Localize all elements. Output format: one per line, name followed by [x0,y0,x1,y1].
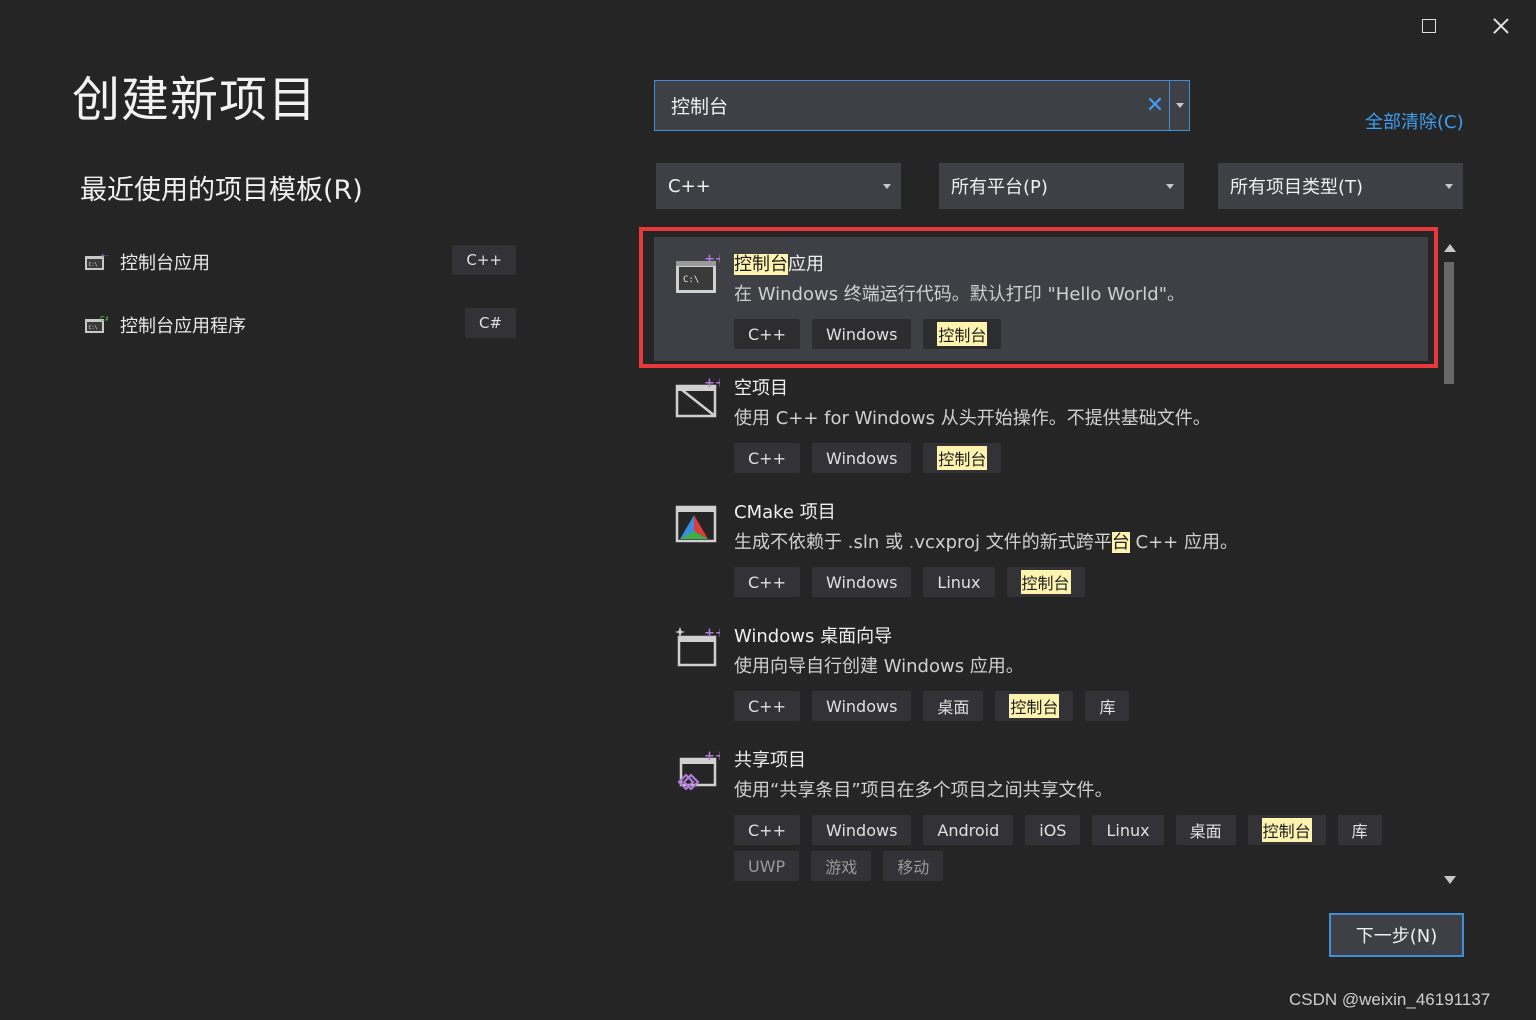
search-input[interactable] [655,81,1141,130]
tag-label: 控制台 [1261,818,1312,842]
maximize-button[interactable] [1414,12,1444,40]
tag: Windows [811,815,912,845]
template-name: 共享项目 [734,750,806,771]
project-type-filter-select[interactable]: 所有项目类型(T) [1218,163,1463,209]
svg-text:C:\: C:\ [89,262,98,268]
template-description: 使用“共享条目”项目在多个项目之间共享文件。 [734,780,1113,801]
recent-item-label: 控制台应用 [120,253,210,274]
desktop-wizard-icon: ++ [674,625,726,669]
console-app-csharp-icon: C:\C# [84,315,111,335]
tag: 游戏 [811,851,872,881]
tag: Windows [811,443,912,473]
filter-label: 所有平台(P) [951,177,1048,198]
tag: C++ [734,815,800,845]
close-button[interactable] [1486,12,1516,40]
tag-label: 控制台 [1009,694,1060,718]
tag-label: 控制台 [1020,570,1071,594]
tag-highlighted: 控制台 [1247,815,1326,845]
svg-text:C#: C# [100,315,108,323]
recent-templates-heading: 最近使用的项目模板(R) [80,175,363,206]
chevron-down-icon [1166,183,1174,189]
tag-label: 控制台 [937,446,988,470]
tag: C++ [734,567,800,597]
template-description: 使用 C++ for Windows 从头开始操作。不提供基础文件。 [734,408,1211,429]
tag: 库 [1085,691,1130,721]
empty-project-icon: ++ [674,376,726,421]
tag-highlighted: 控制台 [1006,567,1085,597]
cmake-icon [674,501,720,545]
template-search-box: ✕ [654,80,1190,131]
template-description: 生成不依赖于 .sln 或 .vcxproj 文件的新式跨平台 C++ 应用。 [734,528,1238,554]
tag: 库 [1337,815,1382,845]
console-app-icon: C:\++ [84,252,112,272]
tag: UWP [734,851,800,881]
scroll-thumb[interactable] [1444,262,1454,384]
close-icon [1492,17,1510,35]
template-item-cmake-project[interactable]: CMake 项目 生成不依赖于 .sln 或 .vcxproj 文件的新式跨平台… [654,485,1428,609]
tag: Windows [811,691,912,721]
clear-icon[interactable]: ✕ [1141,81,1169,130]
filter-label: C++ [668,175,711,197]
description-text: 生成不依赖于 .sln 或 .vcxproj 文件的新式跨平 [734,532,1112,553]
language-badge: C# [464,308,516,338]
tag: 桌面 [1175,815,1236,845]
tag: iOS [1025,815,1081,845]
template-item-empty-project[interactable]: ++ 空项目 使用 C++ for Windows 从头开始操作。不提供基础文件… [654,361,1428,485]
tag: 桌面 [923,691,984,721]
description-text: C++ 应用。 [1129,532,1238,553]
tag: Android [923,815,1014,845]
watermark: CSDN @weixin_46191137 [1289,990,1491,1009]
svg-text:C:\: C:\ [89,325,98,331]
recent-item-console-app[interactable]: C:\++ 控制台应用 C++ [80,242,520,282]
tag-highlighted: 控制台 [923,443,1002,473]
tag: C++ [734,691,800,721]
chevron-down-icon [883,183,891,189]
svg-text:++: ++ [100,252,108,260]
svg-text:++: ++ [704,377,720,391]
template-name: CMake 项目 [734,502,836,523]
template-tags: C++ Windows 控制台 [734,443,1394,473]
template-item-windows-desktop-wizard[interactable]: ++ Windows 桌面向导 使用向导自行创建 Windows 应用。 C++… [654,609,1428,733]
maximize-icon [1422,19,1436,33]
search-history-dropdown[interactable] [1169,81,1189,130]
clear-all-link[interactable]: 全部清除(C) [1365,108,1464,134]
tag: C++ [734,443,800,473]
template-name: Windows 桌面向导 [734,626,893,647]
template-item-shared-project[interactable]: ++ 共享项目 使用“共享条目”项目在多个项目之间共享文件。 C++ Windo… [654,733,1428,887]
search-match-highlight: 台 [1111,532,1130,553]
tag: Windows [811,567,912,597]
template-list-scrollbar[interactable] [1440,240,1458,888]
tag-highlighted: 控制台 [995,691,1074,721]
recent-item-label: 控制台应用程序 [120,316,246,337]
page-title: 创建新项目 [72,72,318,128]
language-filter-select[interactable]: C++ [656,163,901,209]
shared-project-icon: ++ [674,749,726,793]
platform-filter-select[interactable]: 所有平台(P) [939,163,1184,209]
selection-highlight-box [639,227,1438,368]
template-name: 空项目 [734,378,788,399]
template-tags: C++ Windows Linux 控制台 [734,567,1394,597]
tag: Linux [923,567,995,597]
language-badge: C++ [452,245,516,275]
template-description: 使用向导自行创建 Windows 应用。 [734,656,1024,677]
svg-text:++: ++ [704,626,720,641]
tag: 移动 [883,851,944,881]
template-tags: C++ Windows Android iOS Linux 桌面 控制台 库 U… [734,815,1424,881]
chevron-down-icon [1175,103,1184,108]
filter-label: 所有项目类型(T) [1230,177,1364,198]
recent-item-console-app-csharp[interactable]: C:\C# 控制台应用程序 C# [80,305,520,345]
next-button[interactable]: 下一步(N) [1329,913,1464,957]
svg-text:++: ++ [704,749,720,764]
template-tags: C++ Windows 桌面 控制台 库 [734,691,1394,721]
scroll-down-arrow-icon[interactable] [1444,876,1456,884]
scroll-up-arrow-icon[interactable] [1444,244,1456,252]
tag: Linux [1092,815,1164,845]
chevron-down-icon [1445,183,1453,189]
